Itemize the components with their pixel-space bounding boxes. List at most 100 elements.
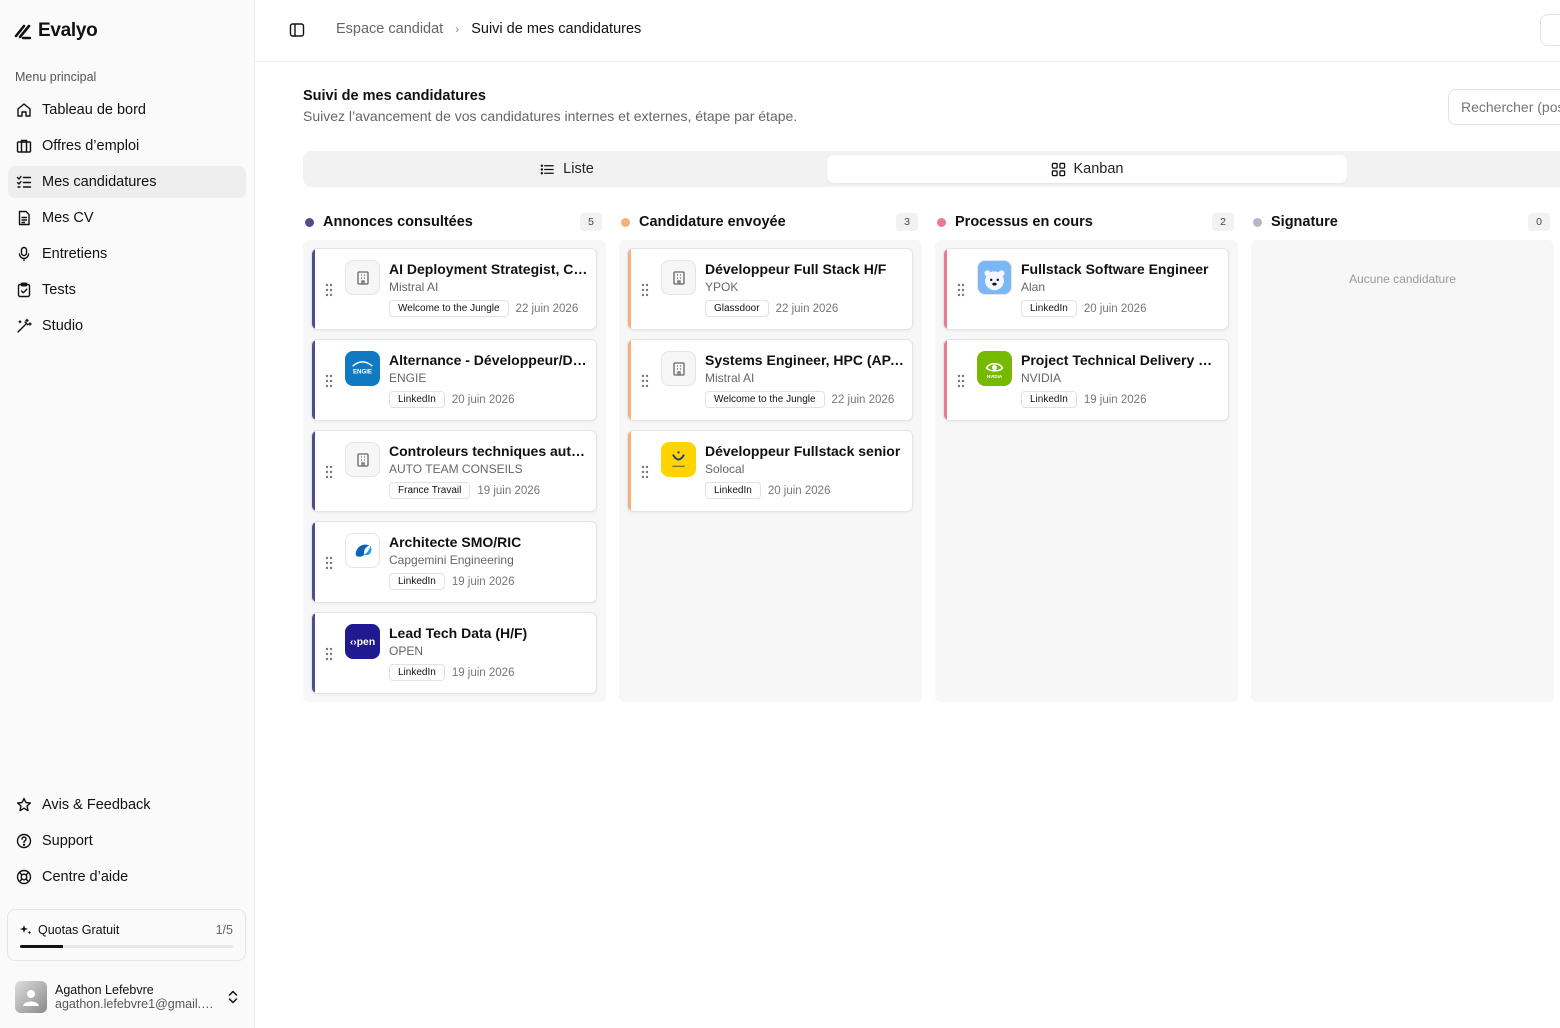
secondary-nav: Avis & Feedback Support Centre d’aide [8, 789, 246, 897]
magic-wand-icon [17, 318, 32, 333]
sparkles-icon [20, 925, 32, 935]
card-source-badge: France Travail [389, 482, 471, 499]
card-job-title: Project Technical Delivery Manager [1021, 352, 1221, 368]
application-card[interactable]: Développeur Full Stack H/F YPOK Glassdoor 2… [627, 248, 913, 330]
card-source-badge: Glassdoor [705, 300, 769, 317]
brand[interactable]: Evalyo [14, 20, 98, 42]
nav-item-feedback[interactable]: Avis & Feedback [8, 789, 246, 821]
drag-handle-icon[interactable] [957, 283, 965, 297]
grid-icon [1051, 162, 1065, 176]
card-source-badge: LinkedIn [389, 391, 445, 408]
nav-item-label: Tests [42, 282, 76, 298]
card-status-accent [628, 340, 631, 420]
drag-handle-icon[interactable] [641, 465, 649, 479]
refresh-button[interactable] [1540, 14, 1560, 46]
top-bar: Espace candidat › Suivi de mes candidatu… [255, 0, 1560, 62]
capgemini-logo-icon [345, 533, 380, 568]
breadcrumb-current: Suivi de mes candidatures [471, 21, 642, 37]
user-email: agathon.lefebvre1@gmail.com [55, 997, 215, 1011]
drag-handle-icon[interactable] [325, 283, 333, 297]
application-card[interactable]: ‹›pen Lead Tech Data (H/F) OPEN LinkedIn 19 … [311, 612, 597, 694]
card-status-accent [944, 249, 947, 329]
application-card[interactable]: Architecte SMO/RIC Capgemini Engineering L… [311, 521, 597, 603]
card-source-badge: LinkedIn [389, 573, 445, 590]
star-icon [16, 797, 32, 812]
solocal-logo-icon [661, 442, 696, 477]
nav-item-my-cv[interactable]: Mes CV [8, 202, 246, 234]
card-source-badge: LinkedIn [1021, 391, 1077, 408]
nav-item-interviews[interactable]: Entretiens [8, 238, 246, 270]
lifebuoy-icon [16, 869, 32, 885]
nav-item-label: Centre d’aide [42, 869, 129, 885]
card-job-title: Controleurs techniques automobiles [389, 443, 589, 459]
drag-handle-icon[interactable] [325, 465, 333, 479]
nav-item-support[interactable]: Support [8, 825, 246, 857]
tab-list[interactable]: Liste [307, 155, 827, 183]
column-status-dot [305, 217, 314, 227]
building-placeholder-icon [345, 260, 380, 295]
main-nav: Tableau de bord Offres d’emploi Mes cand… [8, 94, 246, 346]
card-status-accent [944, 340, 947, 420]
nav-item-tests[interactable]: Tests [8, 274, 246, 306]
card-company: OPEN [389, 644, 424, 658]
nav-item-label: Studio [42, 318, 84, 334]
sidebar-toggle-icon[interactable] [289, 22, 305, 38]
nav-item-label: Avis & Feedback [42, 797, 151, 813]
quota-count: 1/5 [215, 923, 233, 937]
nav-item-job-offers[interactable]: Offres d’emploi [8, 130, 246, 162]
application-card[interactable]: ENGIE Alternance - Développeur/Développeu… [311, 339, 597, 421]
microphone-icon [18, 246, 30, 262]
open-logo-icon: ‹›pen [345, 624, 380, 659]
chevron-up-down-icon[interactable] [226, 989, 240, 1005]
nav-item-label: Tableau de bord [42, 102, 146, 118]
user-menu[interactable]: Agathon Lefebvre agathon.lefebvre1@gmail… [15, 980, 240, 1014]
card-job-title: Développeur Fullstack senior [705, 443, 901, 459]
brand-name: Evalyo [38, 20, 98, 41]
drag-handle-icon[interactable] [325, 374, 333, 388]
document-icon [18, 210, 30, 226]
nav-item-my-applications[interactable]: Mes candidatures [8, 166, 246, 198]
quota-progress-bar [20, 945, 233, 948]
nav-item-studio[interactable]: Studio [8, 310, 246, 342]
card-status-accent [312, 249, 315, 329]
card-company: YPOK [705, 280, 739, 294]
breadcrumb-parent[interactable]: Espace candidat [336, 21, 443, 37]
column-title: Processus en cours [955, 214, 1093, 230]
drag-handle-icon[interactable] [325, 556, 333, 570]
kanban-column-header: Processus en cours 2 [937, 212, 1238, 232]
help-circle-icon [16, 833, 32, 849]
tab-more[interactable] [1347, 155, 1560, 183]
quota-label: Quotas Gratuit [38, 923, 120, 937]
tab-label: Kanban [1073, 161, 1124, 177]
card-status-accent [312, 613, 315, 693]
application-card[interactable]: Controleurs techniques automobiles AUTO T… [311, 430, 597, 512]
tab-kanban[interactable]: Kanban [827, 155, 1347, 183]
card-status-accent [312, 340, 315, 420]
card-source-badge: LinkedIn [389, 664, 445, 681]
search-input[interactable] [1448, 89, 1560, 125]
drag-handle-icon[interactable] [325, 647, 333, 661]
drag-handle-icon[interactable] [957, 374, 965, 388]
card-company: Mistral AI [389, 280, 439, 294]
application-card[interactable]: NVIDIA Project Technical Delivery Manager… [943, 339, 1229, 421]
nav-item-dashboard[interactable]: Tableau de bord [8, 94, 246, 126]
drag-handle-icon[interactable] [641, 374, 649, 388]
application-card[interactable]: Fullstack Software Engineer Alan LinkedIn 2… [943, 248, 1229, 330]
alan-polar-bear-logo-icon [977, 260, 1012, 295]
drag-handle-icon[interactable] [641, 283, 649, 297]
chevron-right-icon: › [455, 22, 460, 36]
card-job-title: Architecte SMO/RIC [389, 534, 522, 550]
application-card[interactable]: Développeur Fullstack senior Solocal Linke… [627, 430, 913, 512]
kanban-column[interactable] [1251, 240, 1554, 702]
building-placeholder-icon [661, 260, 696, 295]
application-card[interactable]: Systems Engineer, HPC (APAC) Mistral AI We… [627, 339, 913, 421]
card-date: 20 juin 2026 [767, 484, 831, 497]
application-card[interactable]: AI Deployment Strategist, Customer Succe… [311, 248, 597, 330]
card-company: Solocal [705, 462, 745, 476]
card-source-badge: LinkedIn [705, 482, 761, 499]
quota-panel[interactable]: Quotas Gratuit 1/5 [7, 909, 246, 961]
column-title: Signature [1271, 214, 1338, 230]
nav-item-help-center[interactable]: Centre d’aide [8, 861, 246, 893]
card-job-title: Systems Engineer, HPC (APAC) [705, 352, 905, 368]
menu-section-label: Menu principal [15, 70, 97, 84]
